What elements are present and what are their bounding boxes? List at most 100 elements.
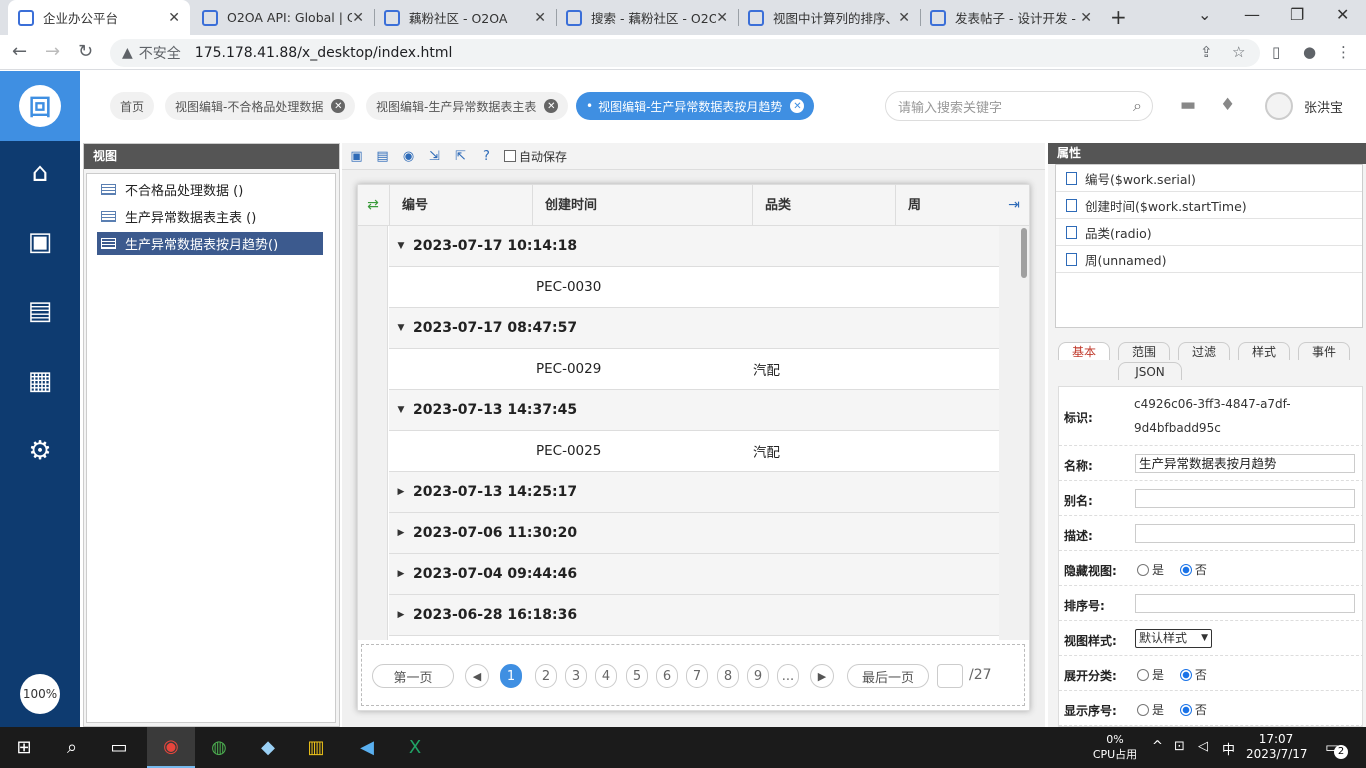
collapse-caret-icon[interactable]: ▶ [389,610,413,620]
close-tab-icon[interactable]: ✕ [534,10,546,26]
alias-input[interactable] [1135,489,1355,508]
close-crumb-icon[interactable]: ✕ [544,99,559,113]
user-settings-icon[interactable]: ⚙ [24,435,56,467]
cpu-monitor[interactable]: 0% CPU占用 [1090,732,1140,762]
save-as-icon[interactable]: ▤ [374,148,391,165]
autosave-checkbox[interactable] [504,150,516,162]
browser-tab-3[interactable]: 搜索 - 藕粉社区 - O2O ✕ [556,0,738,35]
table-row[interactable]: PEC-0025 汽配 [389,431,999,472]
search-icon[interactable]: ⌕ [1133,96,1142,116]
tab-json[interactable]: JSON [1118,362,1182,380]
column-header[interactable]: 周 [895,185,999,226]
app-logo[interactable]: 回 [0,71,80,141]
crumb-home[interactable]: 首页 [110,92,155,120]
close-tab-icon[interactable]: ✕ [716,10,728,26]
column-item[interactable]: 编号($work.serial) [1056,165,1362,192]
chevron-up-icon[interactable]: ^ [1152,739,1163,754]
browser-tab-1[interactable]: O2OA API: Global | C ✕ [192,0,374,35]
new-tab-button[interactable]: + [1110,5,1127,29]
page-number[interactable]: 5 [626,664,648,688]
preview-icon[interactable]: ◉ [400,148,417,165]
volume-icon[interactable]: ◁ [1198,739,1208,754]
skin-icon[interactable]: ♦ [1220,95,1235,115]
desc-input[interactable] [1135,524,1355,543]
group-row[interactable]: ▼ 2023-07-17 08:47:57 [389,308,999,349]
last-page-button[interactable]: 最后一页 [847,664,929,688]
group-row[interactable]: ▼ 2023-07-17 10:14:18 [389,226,999,267]
back-icon[interactable]: ← [12,41,27,62]
close-tab-icon[interactable]: ✕ [1080,10,1092,26]
clock[interactable]: 17:07 2023/7/17 [1246,732,1308,762]
close-tab-icon[interactable]: ✕ [352,10,364,26]
omnibox[interactable]: ▲ 不安全 175.178.41.88/x_desktop/index.html [110,39,1260,67]
crumb-view-2[interactable]: 视图编辑-生产异常数据表主表 ✕ [366,92,569,120]
crumb-view-1[interactable]: 视图编辑-不合格品处理数据 ✕ [165,92,356,120]
first-page-button[interactable]: 第一页 [372,664,454,688]
reload-icon[interactable]: ↻ [78,41,93,62]
page-number[interactable]: 8 [717,664,739,688]
windows-start-icon[interactable]: ⊞ [11,735,37,761]
tab-events[interactable]: 事件 [1298,342,1350,360]
style-select[interactable]: 默认样式 ▼ [1135,629,1212,648]
maximize-icon[interactable]: ❐ [1290,5,1304,24]
column-item[interactable]: 品类(radio) [1056,219,1362,246]
excel-icon[interactable]: X [402,735,428,761]
column-item[interactable]: 创建时间($work.startTime) [1056,192,1362,219]
show-no-radio[interactable] [1179,704,1192,716]
browser-tab-0[interactable]: 企业办公平台 ✕ [8,0,190,35]
column-item[interactable]: 周(unnamed) [1056,246,1362,273]
view-item-selected[interactable]: 生产异常数据表按月趋势() [97,232,323,255]
page-number[interactable]: 2 [535,664,557,688]
tab-search-icon[interactable]: ⌄ [1198,5,1211,24]
collapse-caret-icon[interactable]: ▶ [389,528,413,538]
menu-kebab-icon[interactable]: ⋮ [1336,43,1351,61]
forward-icon[interactable]: → [45,41,60,62]
hide-yes-radio[interactable] [1137,564,1149,576]
group-row[interactable]: ▼ 2023-07-13 14:37:45 [389,390,999,431]
browser-tab-2[interactable]: 藕粉社区 - O2OA ✕ [374,0,556,35]
crumb-view-3[interactable]: • 视图编辑-生产异常数据表按月趋势 ✕ [576,92,815,120]
expand-no-radio[interactable] [1179,669,1192,681]
close-crumb-icon[interactable]: ✕ [331,99,346,113]
refresh-icon[interactable]: ⇄ [358,185,388,226]
network-icon[interactable]: ⊡ [1174,739,1185,754]
page-ellipsis[interactable]: ... [777,664,799,688]
browser-tab-4[interactable]: 视图中计算列的排序、 ✕ [738,0,920,35]
order-input[interactable] [1135,594,1355,613]
expand-caret-icon[interactable]: ▼ [389,405,413,415]
group-row[interactable]: ▶ 2023-07-13 14:25:17 [389,472,999,513]
column-header[interactable]: 编号 [389,185,532,226]
export-icon[interactable]: ⇱ [452,148,469,165]
close-tab-icon[interactable]: ✕ [168,10,180,26]
save-icon[interactable]: ▣ [348,148,365,165]
expand-caret-icon[interactable]: ▼ [389,323,413,333]
import-icon[interactable]: ⇲ [426,148,443,165]
calendar-icon[interactable]: ▦ [24,365,56,397]
news-icon[interactable]: ▤ [24,295,56,327]
collapse-caret-icon[interactable]: ▶ [389,569,413,579]
view-item[interactable]: 不合格品处理数据 () [97,178,323,201]
table-row[interactable]: PEC-0030 [389,267,999,308]
bookmark-star-icon[interactable]: ☆ [1232,43,1245,61]
show-yes-radio[interactable] [1137,704,1149,716]
tab-scope[interactable]: 范围 [1118,342,1170,360]
add-column-icon[interactable]: ⇥ [999,185,1029,226]
view-item[interactable]: 生产异常数据表主表 () [97,205,323,228]
notification-icon[interactable]: ▭ 2 [1325,738,1348,759]
table-row[interactable]: PEC-0029 汽配 [389,349,999,390]
close-tab-icon[interactable]: ✕ [898,10,910,26]
zoom-indicator[interactable]: 100% [20,674,60,714]
app-green-icon[interactable]: ◍ [206,735,232,761]
expand-yes-radio[interactable] [1137,669,1149,681]
next-page-icon[interactable]: ▶ [810,664,834,688]
minimize-icon[interactable]: — [1244,5,1260,24]
app-blue-icon[interactable]: ◆ [255,735,281,761]
page-number[interactable]: 3 [565,664,587,688]
close-window-icon[interactable]: ✕ [1336,5,1349,24]
page-number[interactable]: 4 [595,664,617,688]
share-icon[interactable]: ⇪ [1200,43,1213,61]
search-input[interactable]: 请输入搜索关键字 ⌕ [885,91,1153,121]
task-view-icon[interactable]: ▭ [106,735,132,761]
grid-scrollbar[interactable] [999,226,1029,640]
prev-page-icon[interactable]: ◀ [465,664,489,688]
